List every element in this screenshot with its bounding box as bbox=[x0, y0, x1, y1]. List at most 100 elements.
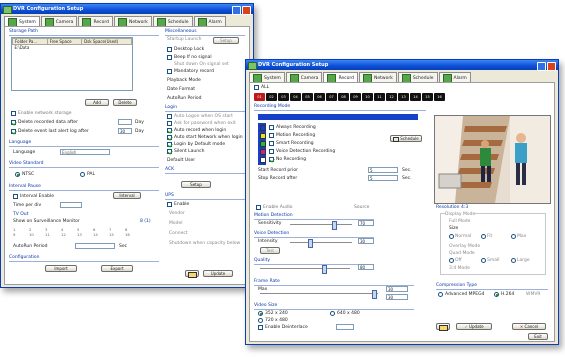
frame-rate-value[interactable]: 30 bbox=[386, 286, 408, 292]
auto-start-network-checkbox[interactable] bbox=[167, 135, 172, 140]
autorun-period-input[interactable] bbox=[75, 243, 115, 249]
intensity-slider[interactable] bbox=[290, 239, 352, 248]
ask-password-checkbox[interactable] bbox=[167, 121, 172, 126]
interval-button[interactable]: Interval bbox=[113, 192, 141, 199]
exit-button[interactable]: Exit bbox=[528, 333, 548, 340]
mandatory-record-checkbox[interactable] bbox=[167, 69, 172, 74]
channel-number[interactable]: 10 bbox=[29, 232, 44, 237]
ack-setup-button[interactable]: Setup bbox=[181, 181, 211, 188]
delete-event-checkbox[interactable] bbox=[11, 129, 16, 134]
start-record-prior-input[interactable]: 5 bbox=[368, 167, 398, 173]
interval-enable-checkbox[interactable] bbox=[13, 194, 18, 199]
front-window-titlebar[interactable]: DVR Configuration Setup bbox=[246, 60, 558, 71]
frame-rate-value-secondary[interactable]: 30 bbox=[386, 294, 408, 300]
camera-button[interactable]: 03 bbox=[278, 93, 289, 101]
pal-radio[interactable] bbox=[80, 172, 85, 177]
camera-button[interactable]: 07 bbox=[326, 93, 337, 101]
add-button[interactable]: Add bbox=[85, 99, 109, 106]
minimize-button[interactable] bbox=[537, 61, 546, 71]
beep-checkbox[interactable] bbox=[167, 55, 172, 60]
deinterlace-checkbox[interactable] bbox=[258, 325, 263, 330]
video-size-720-radio[interactable] bbox=[258, 318, 263, 323]
overlay-off-radio[interactable] bbox=[449, 258, 454, 263]
overlay-small-radio[interactable] bbox=[481, 258, 486, 263]
camera-button[interactable]: 02 bbox=[266, 93, 277, 101]
close-button[interactable] bbox=[547, 61, 556, 71]
no-recording-checkbox[interactable] bbox=[269, 157, 274, 162]
camera-button[interactable]: 05 bbox=[302, 93, 313, 101]
auto-record-checkbox[interactable] bbox=[167, 128, 172, 133]
delete-event-days-input[interactable]: 30 bbox=[118, 128, 132, 134]
ntsc-radio[interactable] bbox=[15, 172, 20, 177]
all-cameras-checkbox[interactable] bbox=[254, 85, 259, 90]
login-default-checkbox[interactable] bbox=[167, 142, 172, 147]
smart-recording-checkbox[interactable] bbox=[269, 141, 274, 146]
channel-number[interactable]: 13 bbox=[77, 232, 92, 237]
schedule-button[interactable]: Schedule bbox=[390, 135, 422, 142]
size-max-radio[interactable] bbox=[511, 234, 516, 239]
camera-button[interactable]: 11 bbox=[374, 93, 385, 101]
camera-button[interactable]: 13 bbox=[398, 93, 409, 101]
camera-button[interactable]: 16 bbox=[434, 93, 445, 101]
quality-slider-knob[interactable] bbox=[322, 265, 327, 274]
size-fit-radio[interactable] bbox=[481, 234, 486, 239]
channel-number[interactable]: 16 bbox=[125, 232, 140, 237]
ok-button[interactable] bbox=[185, 270, 199, 278]
silent-launch-checkbox[interactable] bbox=[167, 149, 172, 154]
enable-audio-checkbox[interactable] bbox=[256, 205, 261, 210]
channel-number[interactable]: 9 bbox=[13, 232, 28, 237]
import-button[interactable]: Import bbox=[45, 265, 77, 272]
delete-recorded-checkbox[interactable] bbox=[11, 120, 16, 125]
auto-logon-checkbox[interactable] bbox=[167, 114, 172, 119]
motion-recording-checkbox[interactable] bbox=[269, 133, 274, 138]
voice-recording-checkbox[interactable] bbox=[269, 149, 274, 154]
stop-record-after-input[interactable]: 5 bbox=[368, 175, 398, 181]
channel-number[interactable]: 14 bbox=[93, 232, 108, 237]
camera-button[interactable]: 14 bbox=[410, 93, 421, 101]
misc-setup-button[interactable]: Setup bbox=[213, 37, 239, 44]
sensitivity-slider-knob[interactable] bbox=[332, 221, 337, 230]
deinterlace-select[interactable] bbox=[336, 324, 354, 330]
channel-number[interactable]: 15 bbox=[109, 232, 124, 237]
camera-button[interactable]: 01 bbox=[254, 93, 265, 101]
close-button[interactable] bbox=[242, 5, 251, 15]
enable-network-storage-checkbox[interactable] bbox=[11, 111, 16, 116]
delete-recorded-days-input[interactable] bbox=[118, 119, 132, 125]
camera-button[interactable]: 10 bbox=[362, 93, 373, 101]
overlay-large-radio[interactable] bbox=[511, 258, 516, 263]
channel-number[interactable]: 12 bbox=[61, 232, 76, 237]
cancel-button[interactable]: ✕ Cancel bbox=[512, 323, 546, 330]
frame-rate-slider-knob[interactable] bbox=[372, 290, 377, 299]
ups-enable-checkbox[interactable] bbox=[167, 202, 172, 207]
intensity-slider-knob[interactable] bbox=[308, 239, 313, 248]
desktop-lock-checkbox[interactable] bbox=[167, 47, 172, 52]
intensity-value[interactable]: 30 bbox=[358, 238, 374, 244]
camera-button[interactable]: 12 bbox=[386, 93, 397, 101]
table-row[interactable]: E:\Data bbox=[13, 45, 132, 50]
frame-rate-slider[interactable] bbox=[260, 290, 378, 299]
camera-button[interactable]: 08 bbox=[338, 93, 349, 101]
size-normal-radio[interactable] bbox=[449, 234, 454, 239]
delete-button[interactable]: Delete bbox=[113, 99, 137, 106]
camera-button[interactable]: 04 bbox=[290, 93, 301, 101]
always-recording-checkbox[interactable] bbox=[269, 125, 274, 130]
camera-button[interactable]: 15 bbox=[422, 93, 433, 101]
time-per-div-input[interactable] bbox=[60, 202, 82, 208]
video-size-640-radio[interactable] bbox=[330, 311, 335, 316]
update-button[interactable]: ✓ Update bbox=[456, 323, 492, 330]
language-select[interactable]: English bbox=[60, 149, 110, 155]
recording-schedule-bar[interactable] bbox=[258, 114, 418, 120]
minimize-button[interactable] bbox=[232, 5, 241, 15]
compression-mpeg4-radio[interactable] bbox=[438, 292, 443, 297]
video-size-352-radio[interactable] bbox=[258, 311, 263, 316]
quality-slider[interactable] bbox=[260, 265, 350, 274]
voice-test-button[interactable]: Test bbox=[260, 247, 280, 254]
back-window-titlebar[interactable]: DVR Configuration Setup bbox=[1, 4, 253, 15]
back-update-button[interactable]: Update bbox=[203, 270, 233, 277]
camera-button[interactable]: 09 bbox=[350, 93, 361, 101]
camera-button[interactable]: 06 bbox=[314, 93, 325, 101]
export-button[interactable]: Export bbox=[101, 265, 133, 272]
sensitivity-slider[interactable] bbox=[290, 221, 352, 230]
channel-number[interactable]: 11 bbox=[45, 232, 60, 237]
quality-value[interactable]: 80 bbox=[358, 264, 374, 270]
